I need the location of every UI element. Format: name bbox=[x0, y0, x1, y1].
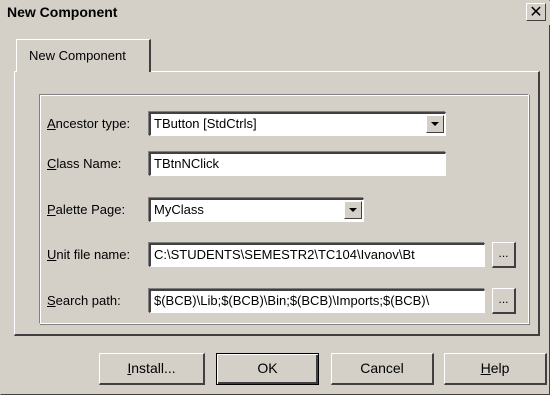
install-button[interactable]: Install... bbox=[99, 353, 205, 385]
search-path-browse-button[interactable]: ... bbox=[492, 288, 516, 314]
chevron-down-icon bbox=[349, 208, 357, 212]
palette-page-value: MyClass bbox=[154, 202, 204, 217]
close-icon: ✕ bbox=[529, 4, 543, 21]
chevron-down-icon bbox=[431, 122, 439, 126]
unit-file-name-label: Unit file name: bbox=[47, 247, 131, 262]
dialog-window: New Component ✕ New Component Ancestor t… bbox=[0, 0, 550, 395]
help-button[interactable]: Help bbox=[444, 353, 547, 385]
ancestor-type-label: Ancestor type: bbox=[47, 116, 131, 131]
class-name-label: Class Name: bbox=[47, 156, 122, 171]
ancestor-type-value: TButton [StdCtrls] bbox=[154, 116, 257, 131]
tab-new-component[interactable]: New Component bbox=[16, 39, 151, 72]
window-title: New Component bbox=[7, 4, 118, 20]
unit-file-name-input[interactable]: C:\STUDENTS\SEMESTR2\TC104\Ivanov\Bt bbox=[149, 243, 485, 267]
title-bar[interactable]: New Component ✕ bbox=[1, 1, 550, 25]
palette-page-dropdown-button[interactable] bbox=[344, 201, 362, 219]
palette-page-label: Palette Page: bbox=[47, 202, 126, 217]
class-name-input[interactable]: TBtnNClick bbox=[149, 152, 446, 176]
cancel-button[interactable]: Cancel bbox=[331, 353, 434, 385]
unit-file-browse-button[interactable]: ... bbox=[492, 242, 516, 268]
search-path-label: Search path: bbox=[47, 293, 121, 308]
close-button[interactable]: ✕ bbox=[526, 3, 546, 21]
ancestor-type-dropdown-button[interactable] bbox=[426, 115, 444, 133]
ancestor-type-combo[interactable]: TButton [StdCtrls] bbox=[149, 112, 446, 136]
ok-button[interactable]: OK bbox=[216, 353, 319, 385]
palette-page-combo[interactable]: MyClass bbox=[149, 198, 364, 222]
search-path-input[interactable]: $(BCB)\Lib;$(BCB)\Bin;$(BCB)\Imports;$(B… bbox=[149, 289, 485, 313]
tab-label: New Component bbox=[29, 48, 126, 63]
